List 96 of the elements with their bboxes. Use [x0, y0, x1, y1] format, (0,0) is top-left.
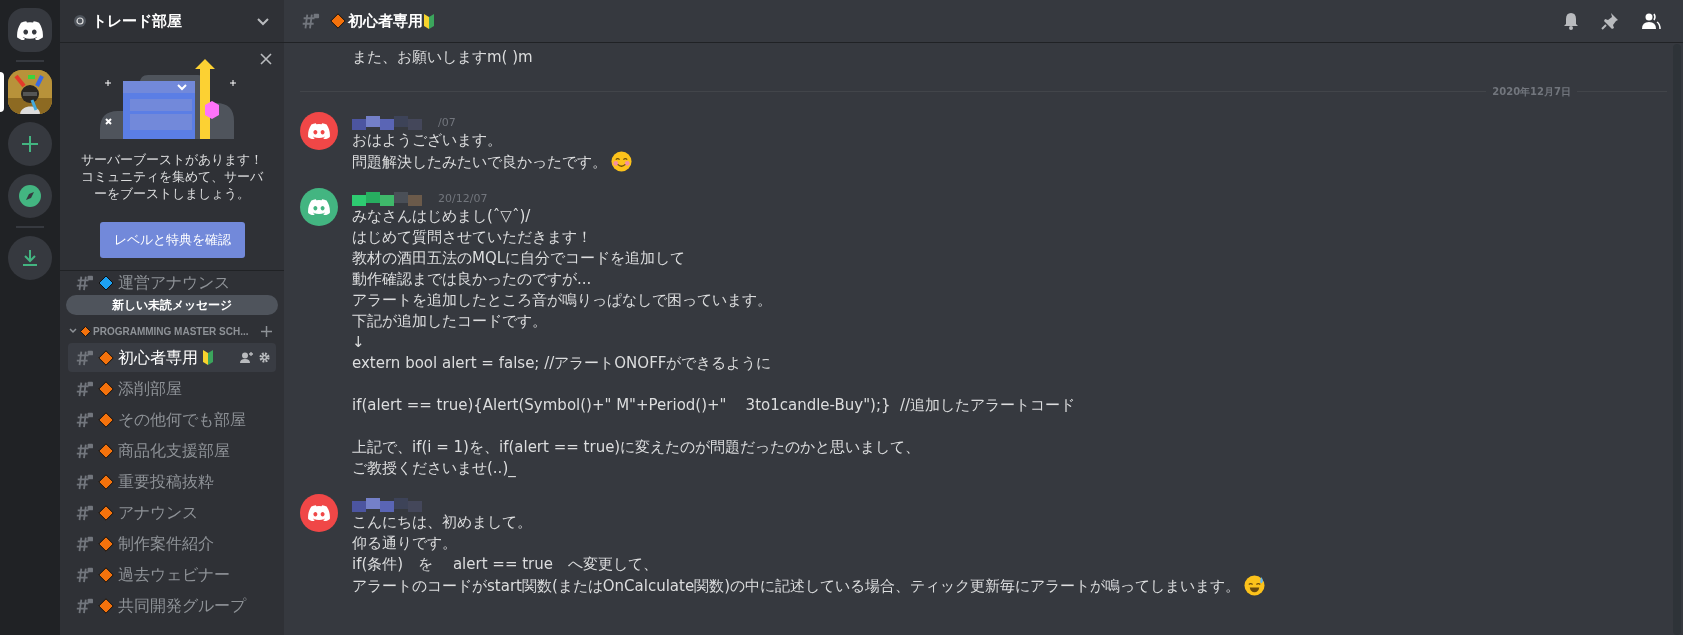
- channel-name: 初心者専用: [118, 346, 198, 369]
- add-member-icon[interactable]: [240, 352, 253, 363]
- scrollbar[interactable]: [1673, 44, 1681, 635]
- message-text: 問題解決したみたいで良かったです。: [352, 151, 632, 173]
- channel-name: アナウンス: [118, 501, 198, 524]
- server-badge-icon: [74, 15, 86, 27]
- download-button[interactable]: [8, 236, 52, 280]
- settings-icon[interactable]: [259, 352, 270, 363]
- category-name[interactable]: PROGRAMMING MASTER SCH...: [93, 323, 261, 339]
- user-avatar[interactable]: [300, 494, 338, 532]
- diamond-icon: [98, 411, 114, 428]
- channel-item[interactable]: 添削部屋: [68, 374, 276, 403]
- plus-icon: [21, 135, 39, 153]
- discord-logo-icon: [17, 20, 43, 40]
- channel-name: 共同開発グループ: [118, 594, 246, 617]
- compass-icon: [19, 185, 41, 207]
- channel-item[interactable]: 商品化支援部屋: [68, 436, 276, 465]
- diamond-icon: [80, 325, 91, 337]
- message-text: アラートのコードがstart関数(またはOnCalculate関数)の中に記述している場合、ティック更新毎にアラートが鳴ってしまいます。: [352, 575, 1265, 597]
- message-timestamp: 20/12/07: [438, 192, 488, 206]
- new-unread-messages-pill[interactable]: 新しい未読メッセージ: [66, 295, 278, 315]
- locked-hash-icon: [74, 410, 94, 429]
- channel-name: 添削部屋: [118, 377, 182, 400]
- diamond-icon: [98, 349, 114, 366]
- message-text: また、お願いしますm( )m: [352, 47, 534, 68]
- channel-item[interactable]: 制作案件紹介: [68, 529, 276, 558]
- message-text: こんにちは、初めまして。: [352, 512, 533, 533]
- message-text: おはようございます。: [352, 130, 503, 151]
- download-icon: [21, 249, 39, 267]
- boost-promo-text: サーバーブーストがあります！: [81, 151, 263, 168]
- message-text: ↓: [352, 332, 366, 353]
- diamond-icon: [98, 597, 114, 614]
- message-text: ご教授くださいませ(..)_: [352, 458, 517, 479]
- channel-name[interactable]: 運営アナウンス: [118, 273, 230, 293]
- channel-item[interactable]: アナウンス: [68, 498, 276, 527]
- message-text: 下記が追加したコードです。: [352, 311, 548, 332]
- bell-icon[interactable]: [1563, 12, 1579, 30]
- channel-name: 重要投稿抜粋: [118, 470, 214, 493]
- message-text: 教材の酒田五法のMQLに自分でコードを追加して: [352, 248, 687, 269]
- locked-hash-icon: [74, 534, 94, 553]
- close-icon[interactable]: [260, 53, 272, 65]
- home-button[interactable]: [8, 8, 52, 52]
- boost-perks-button[interactable]: レベルと特典を確認: [99, 222, 245, 258]
- date-divider-label: 2020年12月7日: [1491, 85, 1572, 99]
- message-text: if(条件) を alert == true へ変更して、: [352, 554, 659, 575]
- locked-hash-icon: [300, 11, 320, 31]
- diamond-icon: [98, 473, 114, 490]
- message-text: extern bool alert = false; //アラートONOFFができるように: [352, 353, 773, 374]
- members-icon[interactable]: [1641, 13, 1661, 29]
- user-avatar[interactable]: [300, 188, 338, 226]
- channel-name: 商品化支援部屋: [118, 439, 230, 462]
- locked-hash-icon: [74, 596, 94, 615]
- server-button[interactable]: [8, 70, 52, 114]
- diamond-icon: [98, 275, 114, 291]
- diamond-icon: [98, 535, 114, 552]
- message-text: if(alert == true){Alert(Symbol()+" M"+Period()+" 3to1candle-Buy");} //追加したアラートコード: [352, 395, 1076, 416]
- message-text: はじめて質問させていただきます！: [352, 227, 593, 248]
- diamond-icon: [98, 566, 114, 583]
- explore-button[interactable]: [8, 174, 52, 218]
- message-text: 上記で、if(i = 1)を、if(alert == true)に変えたのが問題だったのかと思いまして、: [352, 437, 922, 458]
- message-text: みなさんはじめまし(ˆ▽ˆ)/: [352, 206, 532, 227]
- locked-hash-icon: [74, 348, 94, 367]
- channel-item[interactable]: 共同開発グループ: [68, 591, 276, 620]
- message-text: 動作確認までは良かったのですが...: [352, 269, 593, 290]
- diamond-icon: [330, 13, 346, 29]
- channel-name: 過去ウェビナー: [118, 563, 230, 586]
- channel-item[interactable]: 初心者専用: [68, 343, 276, 372]
- locked-hash-icon: [74, 565, 94, 584]
- pin-icon[interactable]: [1601, 12, 1619, 30]
- channel-title: 初心者専用: [348, 10, 423, 32]
- locked-hash-icon: [74, 472, 94, 491]
- channel-name: 制作案件紹介: [118, 532, 214, 555]
- message-timestamp: /07: [438, 116, 456, 130]
- locked-hash-icon: [74, 503, 94, 522]
- plus-icon[interactable]: [261, 325, 272, 337]
- boost-promo-text: ーをブーストしましょう。: [94, 185, 250, 202]
- locked-hash-icon: [74, 379, 94, 398]
- message-text: 仰る通りです。: [352, 533, 458, 554]
- chevron-down-icon[interactable]: [68, 326, 78, 336]
- message-text: アラートを追加したところ音が鳴りっぱなしで困っています。: [352, 290, 773, 311]
- channel-item[interactable]: 重要投稿抜粋: [68, 467, 276, 496]
- add-server-button[interactable]: [8, 122, 52, 166]
- discord-logo-icon: [308, 505, 330, 521]
- locked-hash-icon: [74, 274, 94, 292]
- boost-promo-text: コミュニティを集めて、サーバ: [81, 168, 263, 185]
- diamond-icon: [98, 504, 114, 521]
- diamond-icon: [98, 442, 114, 459]
- discord-logo-icon: [308, 123, 330, 139]
- channel-name: その他何でも部屋: [118, 408, 246, 431]
- channel-item[interactable]: 過去ウェビナー: [68, 560, 276, 589]
- diamond-icon: [98, 380, 114, 397]
- discord-logo-icon: [308, 199, 330, 215]
- server-name[interactable]: トレード部屋: [92, 9, 256, 33]
- channel-item[interactable]: その他何でも部屋: [68, 405, 276, 434]
- user-avatar[interactable]: [300, 112, 338, 150]
- locked-hash-icon: [74, 441, 94, 460]
